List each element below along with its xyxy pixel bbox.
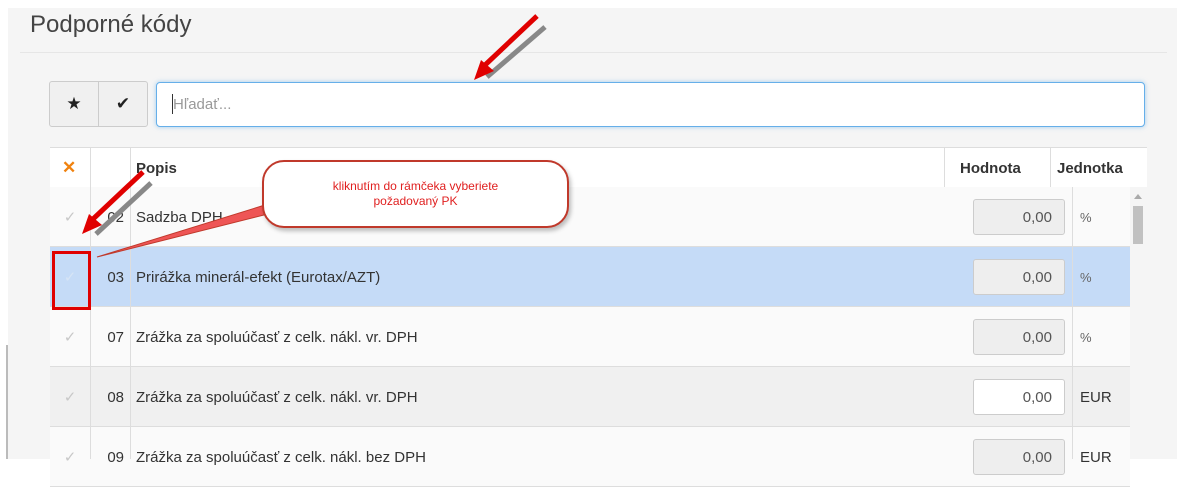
arrow-head: [474, 60, 494, 80]
callout-text-line2: požadovaný PK: [373, 194, 458, 208]
callout-text-line1: kliknutím do rámčeka vyberiete: [332, 179, 499, 193]
callout-pointer: [96, 204, 273, 258]
annotation-callout: kliknutím do rámčeka vyberiete požadovan…: [262, 160, 569, 228]
annotation-arrows: [82, 14, 547, 258]
